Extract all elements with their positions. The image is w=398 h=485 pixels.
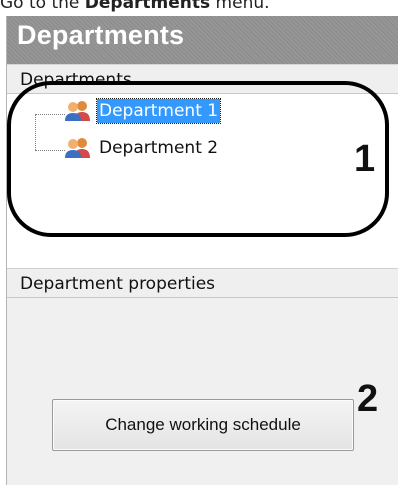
callout-number-2: 2	[357, 378, 379, 420]
properties-section-header: Department properties	[7, 268, 398, 298]
change-working-schedule-button[interactable]: Change working schedule	[52, 399, 354, 451]
tree-item-label: Department 2	[99, 138, 219, 158]
callout-number-1: 1	[354, 138, 376, 180]
caption-bold: Departments	[84, 0, 211, 13]
group-users-icon	[63, 100, 93, 122]
tree-connector	[35, 150, 65, 151]
caption-prefix: Go to the	[0, 0, 85, 13]
instruction-caption: Go to the Departments menu.	[0, 0, 398, 15]
tree-connector-vertical	[35, 114, 36, 150]
departments-tree[interactable]: Department 1 Department 2	[7, 94, 398, 268]
tree-connector	[35, 114, 65, 115]
departments-section-header: Departments	[7, 64, 398, 94]
group-users-icon	[63, 137, 93, 159]
window-title: Departments	[17, 20, 185, 50]
department-properties-panel: Change working schedule	[7, 298, 398, 485]
tree-item-department-2[interactable]: Department 2	[63, 135, 220, 161]
title-bar: Departments	[7, 16, 398, 64]
tree-item-label: Department 1	[95, 98, 222, 124]
departments-window: Departments Departments Department 1 Dep…	[6, 16, 398, 485]
caption-suffix: menu.	[210, 0, 270, 13]
tree-item-department-1[interactable]: Department 1	[63, 98, 222, 124]
